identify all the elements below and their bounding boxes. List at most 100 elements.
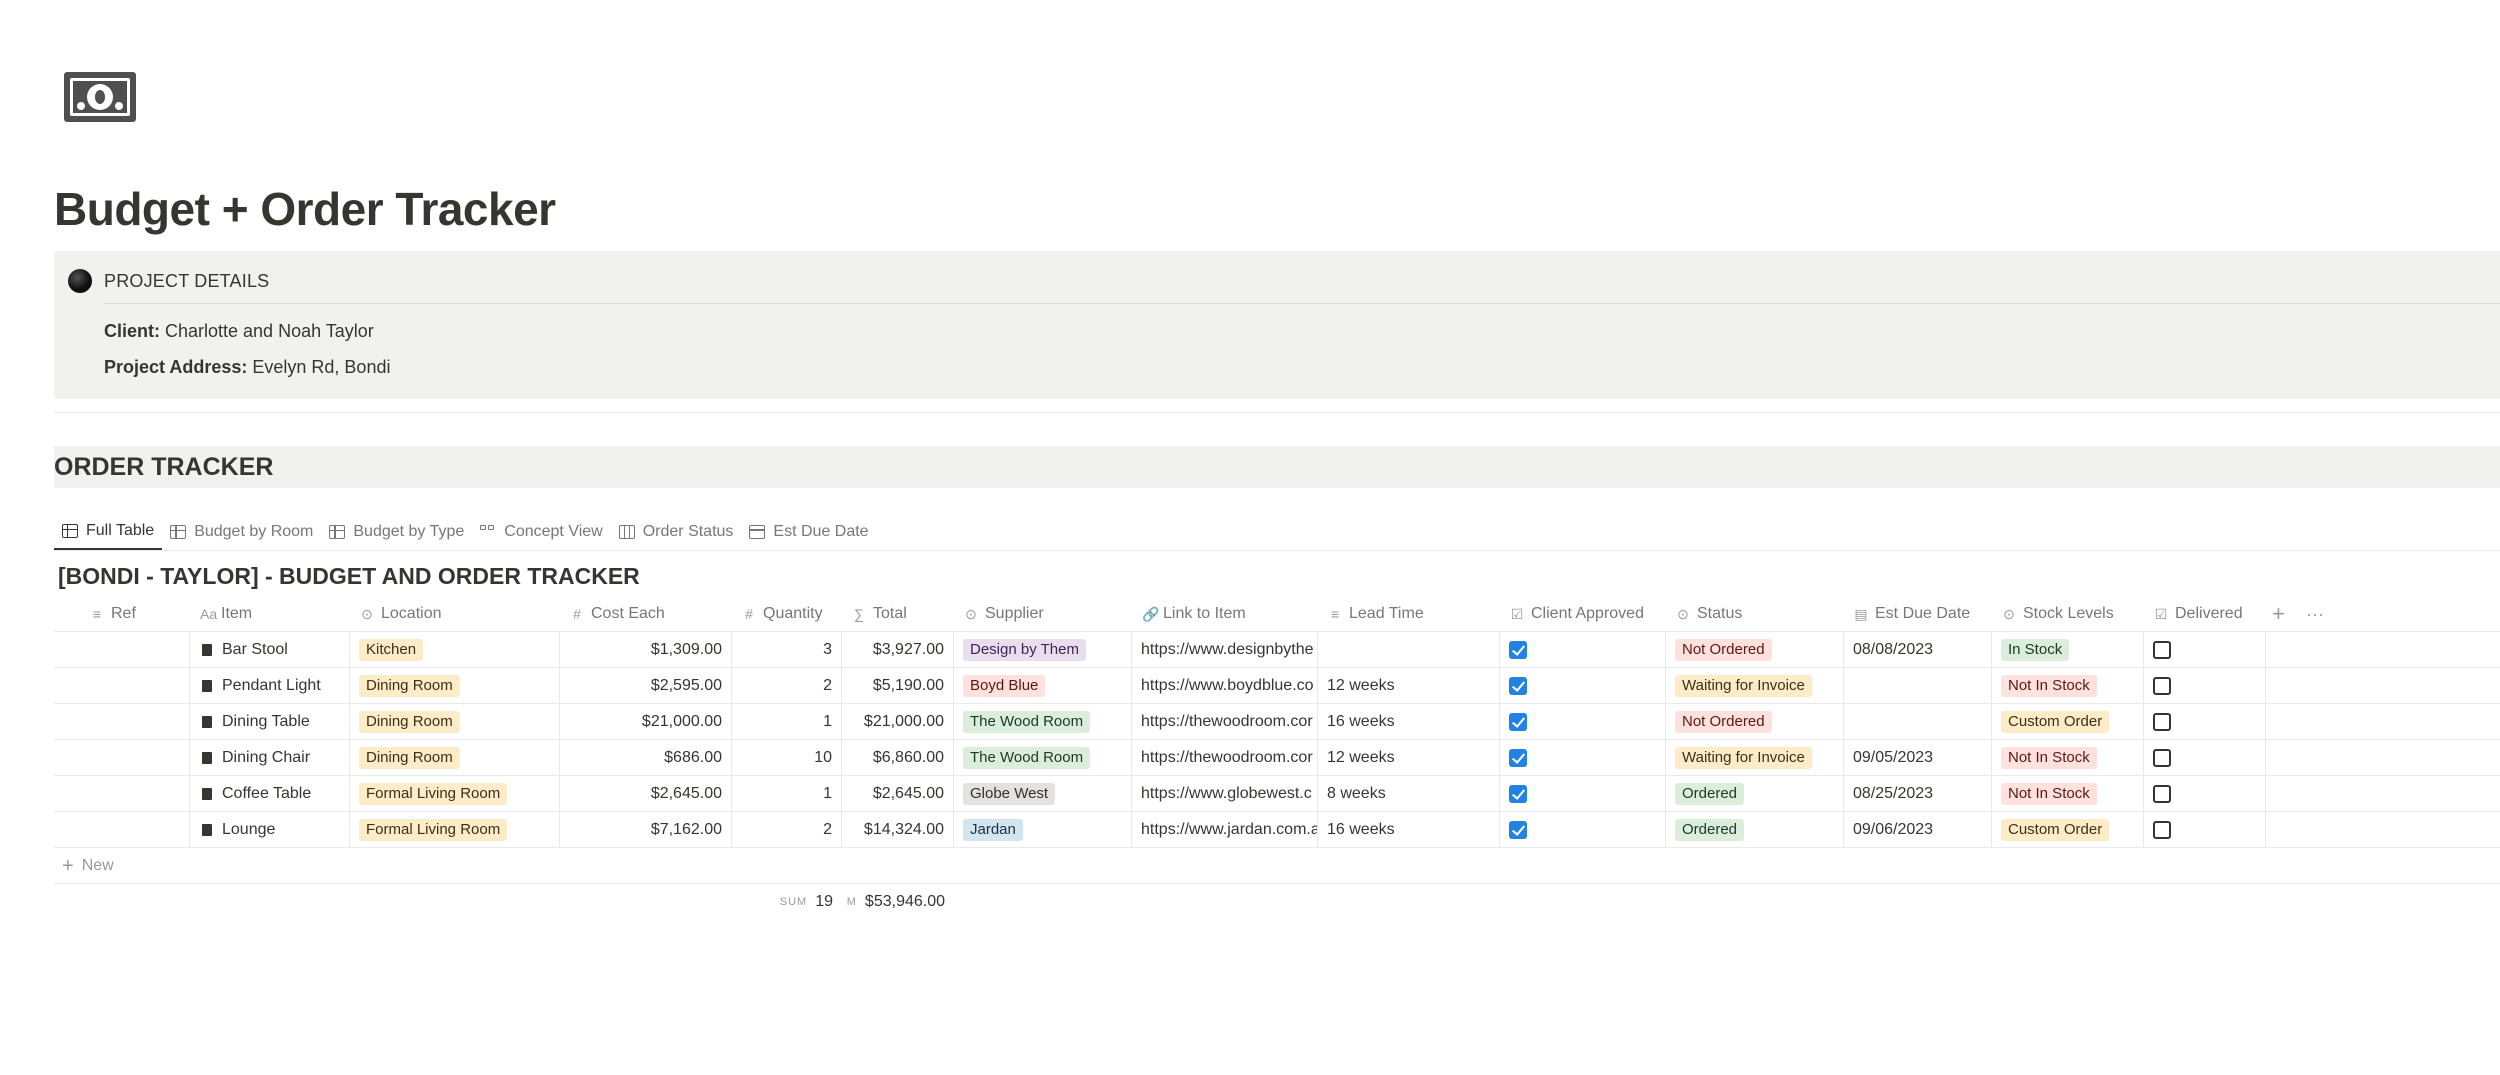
page-title[interactable]: Budget + Order Tracker [54,182,556,236]
tab-concept-view[interactable]: Concept View [472,514,610,550]
cell-client-approved[interactable] [1500,668,1666,704]
cell-client-approved[interactable] [1500,812,1666,848]
checkbox[interactable] [2153,677,2171,695]
cell-location[interactable]: Dining Room [350,704,560,740]
cell-lead-time[interactable]: 12 weeks [1318,740,1500,776]
cell-item[interactable]: Dining Chair [190,740,350,776]
cell-stock-levels[interactable]: In Stock [1992,632,2144,668]
cell-status[interactable]: Not Ordered [1666,704,1844,740]
tab-budget-by-room[interactable]: Budget by Room [162,514,321,550]
checkbox[interactable] [2153,641,2171,659]
cell-est-due-date[interactable]: 09/05/2023 [1844,740,1992,776]
cell-total[interactable]: $6,860.00 [842,740,954,776]
cell-ref[interactable] [54,668,190,704]
cell-client-approved[interactable] [1500,776,1666,812]
cell-lead-time[interactable]: 8 weeks [1318,776,1500,812]
cell-total[interactable]: $21,000.00 [842,704,954,740]
cell-location[interactable]: Formal Living Room [350,776,560,812]
total-sum[interactable]: M $53,946.00 [842,884,954,920]
cell-est-due-date[interactable] [1844,704,1992,740]
cell-client-approved[interactable] [1500,704,1666,740]
checkbox[interactable] [2153,749,2171,767]
cell-item[interactable]: Coffee Table [190,776,350,812]
cell-total[interactable]: $14,324.00 [842,812,954,848]
cell-location[interactable]: Dining Room [350,668,560,704]
cell-quantity[interactable]: 3 [732,632,842,668]
checkbox[interactable] [2153,821,2171,839]
cell-delivered[interactable] [2144,668,2266,704]
cell-quantity[interactable]: 10 [732,740,842,776]
cell-stock-levels[interactable]: Not In Stock [1992,776,2144,812]
column-header-supplier[interactable]: ⊙ Supplier [954,596,1132,632]
cell-lead-time[interactable]: 12 weeks [1318,668,1500,704]
cell-status[interactable]: Waiting for Invoice [1666,668,1844,704]
checkbox[interactable] [1509,713,1527,731]
cell-item[interactable]: Lounge [190,812,350,848]
cell-ref[interactable] [54,704,190,740]
cell-supplier[interactable]: The Wood Room [954,740,1132,776]
column-header-client-approved[interactable]: ☑ Client Approved [1500,596,1666,632]
cell-item[interactable]: Bar Stool [190,632,350,668]
cell-status[interactable]: Waiting for Invoice [1666,740,1844,776]
cell-quantity[interactable]: 1 [732,704,842,740]
column-header-cost-each[interactable]: # Cost Each [560,596,732,632]
banknote-icon[interactable] [64,72,136,122]
cell-stock-levels[interactable]: Custom Order [1992,704,2144,740]
cell-lead-time[interactable]: 16 weeks [1318,812,1500,848]
cell-delivered[interactable] [2144,704,2266,740]
cell-client-approved[interactable] [1500,740,1666,776]
cell-link[interactable]: https://thewoodroom.cor [1132,740,1318,776]
cell-delivered[interactable] [2144,776,2266,812]
cell-ref[interactable] [54,776,190,812]
new-row-button[interactable]: + New [54,848,2500,884]
black-circle-icon[interactable] [68,269,92,293]
cell-lead-time[interactable] [1318,632,1500,668]
quantity-sum[interactable]: SUM 19 [732,884,842,920]
checkbox[interactable] [1509,749,1527,767]
column-header-location[interactable]: ⊙ Location [350,596,560,632]
cell-total[interactable]: $2,645.00 [842,776,954,812]
cell-supplier[interactable]: The Wood Room [954,704,1132,740]
column-header-total[interactable]: ∑ Total [842,596,954,632]
cell-link[interactable]: https://www.designbythe [1132,632,1318,668]
cell-est-due-date[interactable]: 08/25/2023 [1844,776,1992,812]
cell-item[interactable]: Dining Table [190,704,350,740]
more-options-icon[interactable]: ··· [2306,596,2324,632]
cell-status[interactable]: Ordered [1666,776,1844,812]
column-header-est-due-date[interactable]: ▤ Est Due Date [1844,596,1992,632]
checkbox[interactable] [1509,677,1527,695]
cell-link[interactable]: https://thewoodroom.cor [1132,704,1318,740]
cell-location[interactable]: Dining Room [350,740,560,776]
column-header-quantity[interactable]: # Quantity [732,596,842,632]
cell-link[interactable]: https://www.globewest.c [1132,776,1318,812]
database-title[interactable]: [BONDI - TAYLOR] - BUDGET AND ORDER TRAC… [58,563,640,590]
cell-supplier[interactable]: Boyd Blue [954,668,1132,704]
cell-cost-each[interactable]: $686.00 [560,740,732,776]
cell-status[interactable]: Not Ordered [1666,632,1844,668]
cell-cost-each[interactable]: $2,645.00 [560,776,732,812]
cell-lead-time[interactable]: 16 weeks [1318,704,1500,740]
tab-full-table[interactable]: Full Table [54,514,163,550]
cell-delivered[interactable] [2144,812,2266,848]
cell-total[interactable]: $3,927.00 [842,632,954,668]
cell-location[interactable]: Kitchen [350,632,560,668]
column-header-stock-levels[interactable]: ⊙ Stock Levels [1992,596,2144,632]
checkbox[interactable] [1509,821,1527,839]
cell-stock-levels[interactable]: Not In Stock [1992,668,2144,704]
tab-budget-by-type[interactable]: Budget by Type [321,514,472,550]
column-header-status[interactable]: ⊙ Status [1666,596,1844,632]
cell-total[interactable]: $5,190.00 [842,668,954,704]
cell-cost-each[interactable]: $2,595.00 [560,668,732,704]
cell-est-due-date[interactable]: 09/06/2023 [1844,812,1992,848]
cell-supplier[interactable]: Design by Them [954,632,1132,668]
cell-item[interactable]: Pendant Light [190,668,350,704]
cell-ref[interactable] [54,812,190,848]
cell-delivered[interactable] [2144,740,2266,776]
add-column-button[interactable]: + [2272,596,2285,632]
cell-link[interactable]: https://www.boydblue.co [1132,668,1318,704]
cell-supplier[interactable]: Jardan [954,812,1132,848]
checkbox[interactable] [1509,641,1527,659]
checkbox[interactable] [1509,785,1527,803]
cell-quantity[interactable]: 2 [732,668,842,704]
cell-ref[interactable] [54,632,190,668]
